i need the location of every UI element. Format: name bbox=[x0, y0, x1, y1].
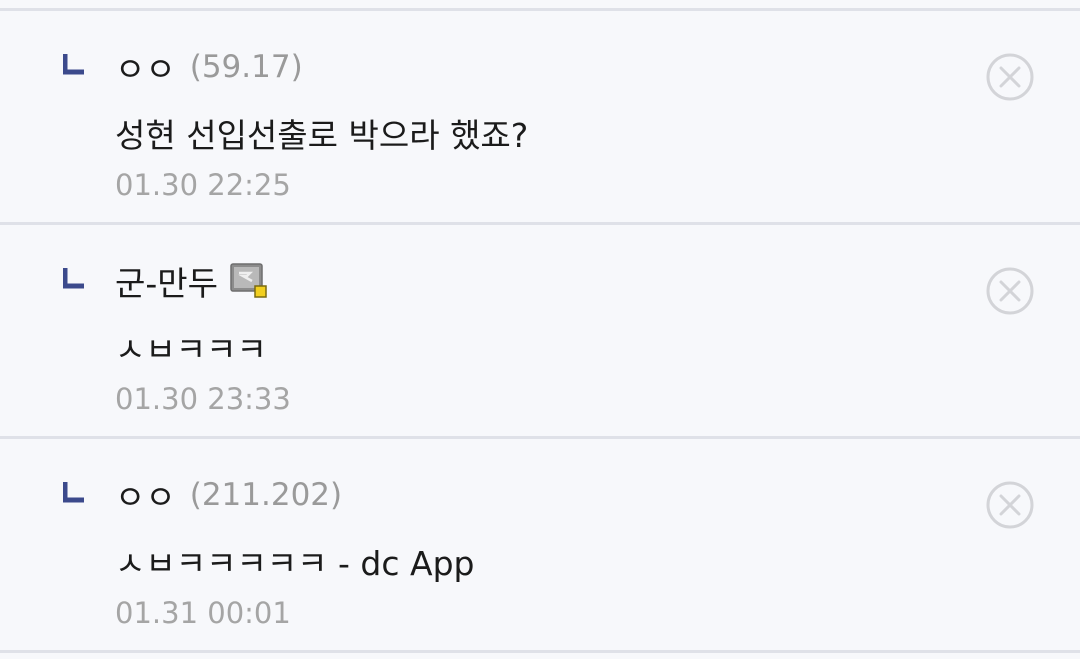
fixed-nickname-badge-icon bbox=[230, 262, 268, 300]
reply-item: ㅇㅇ (59.17) 성현 선입선출로 박으라 했죠? 01.30 22:25 bbox=[0, 11, 1080, 222]
reply-author-row: ㅇㅇ (211.202) bbox=[115, 472, 342, 518]
reply-arrow-icon bbox=[63, 53, 85, 75]
author-ip: (59.17) bbox=[189, 49, 303, 85]
delete-button[interactable] bbox=[985, 266, 1035, 316]
reply-timestamp: 01.30 23:33 bbox=[115, 382, 291, 416]
reply-text: ㅅㅂㅋㅋㅋㅋㅋ - dc App bbox=[115, 544, 475, 583]
reply-arrow-icon bbox=[63, 267, 85, 289]
reply-timestamp: 01.31 00:01 bbox=[115, 596, 291, 630]
reply-list: ㅇㅇ (59.17) 성현 선입선출로 박으라 했죠? 01.30 22:25 … bbox=[0, 0, 1080, 659]
reply-item: 군-만두 ㅅㅂㅋㅋㅋ 01.30 23:33 bbox=[0, 225, 1080, 436]
close-circle-icon bbox=[986, 267, 1034, 315]
author-ip: (211.202) bbox=[189, 477, 343, 513]
reply-author-row: ㅇㅇ (59.17) bbox=[115, 44, 303, 90]
reply-text: ㅅㅂㅋㅋㅋ bbox=[115, 330, 267, 369]
close-circle-icon bbox=[986, 53, 1034, 101]
reply-item: ㅇㅇ (211.202) ㅅㅂㅋㅋㅋㅋㅋ - dc App 01.31 00:0… bbox=[0, 439, 1080, 650]
delete-button[interactable] bbox=[985, 52, 1035, 102]
close-circle-icon bbox=[986, 481, 1034, 529]
divider bbox=[0, 650, 1080, 653]
reply-arrow-icon bbox=[63, 481, 85, 503]
reply-text: 성현 선입선출로 박으라 했죠? bbox=[115, 116, 529, 155]
author-nickname[interactable]: ㅇㅇ bbox=[115, 471, 176, 519]
author-nickname[interactable]: 군-만두 bbox=[115, 257, 218, 305]
reply-timestamp: 01.30 22:25 bbox=[115, 168, 291, 202]
delete-button[interactable] bbox=[985, 480, 1035, 530]
author-nickname[interactable]: ㅇㅇ bbox=[115, 43, 176, 91]
reply-author-row: 군-만두 bbox=[115, 258, 268, 304]
